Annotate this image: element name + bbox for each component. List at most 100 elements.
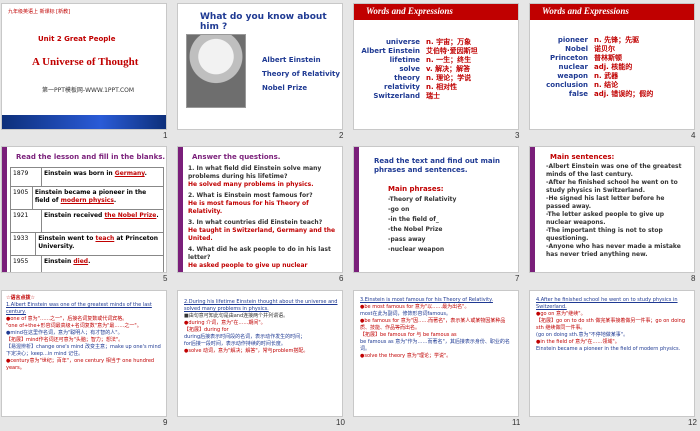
slide-thumbnail-3[interactable]: Words and Expressions universe n. 宇宙；万象 A…: [354, 4, 518, 129]
slide11-line: ●be most famous for 意为"以……最为出名"。: [360, 304, 470, 310]
slide3-meaning: v. 解决；解答: [426, 65, 471, 73]
slide4-meaning: adj. 错误的；假的: [594, 90, 654, 98]
cell-text: .: [144, 170, 147, 177]
sentence-item: -Anyone who has never made a mistake has…: [546, 243, 681, 258]
phrase-item: -pass away: [388, 236, 426, 243]
cell-text: Einstein: [44, 258, 74, 265]
slide10-line: 【拓展】during for: [184, 327, 229, 333]
slide2-title: What do you know about him ?: [200, 12, 327, 32]
table-year: 1933: [11, 233, 37, 255]
slide-thumbnail-12[interactable]: 4.After he finished school he went on to…: [530, 291, 694, 416]
slide4-word: Princeton: [549, 54, 588, 62]
slide4-title: Words and Expressions: [542, 6, 629, 16]
slide4-meaning: n. 结论: [594, 81, 619, 89]
cell-text: Einstein received: [44, 212, 105, 219]
slide3-word: Switzerland: [373, 92, 420, 100]
cell-answer: Germany: [114, 170, 145, 177]
slide10-line: during后接表示时间段的名词，表示动作发生的时间；: [184, 334, 306, 340]
slide12-content: 4.After he finished school he went on to…: [536, 297, 690, 353]
question: 1. In what field did Einstein solve many…: [188, 165, 322, 180]
slide9-line: ●mind在这里作名词，意为"聪明人；有才智的人"。: [6, 330, 123, 336]
sentence-item: -Albert Einstein was one of the greatest…: [546, 163, 682, 178]
cell-answer: the Nobel Prize: [104, 212, 157, 219]
slide1-site: 第一PPT模板网-WWW.1PPT.COM: [42, 87, 135, 94]
slide-thumbnail-4[interactable]: Words and Expressions pioneer n. 先锋；先驱 No…: [530, 4, 694, 129]
slide7-list: -Theory of Relativity -go on -in the fie…: [388, 195, 456, 255]
slide4-word-list: pioneer n. 先锋；先驱 Nobel 诺贝尔 Princeton 普林斯顿 n…: [534, 36, 690, 99]
slide3-meaning: n. 一生；终生: [426, 56, 472, 64]
cell-text: Einstein went to: [38, 235, 96, 242]
slide3-title: Words and Expressions: [366, 6, 453, 16]
slide7-left-bar: [354, 147, 359, 272]
slide-number-11: 11: [512, 418, 521, 427]
slide10-line: ●solve 动词，意为"解决；解答"，常与problem搭配。: [184, 348, 309, 354]
table-cell: Einstein died.: [42, 256, 92, 272]
slide-thumbnail-11[interactable]: 3.Einstein is most famous for his Theory…: [354, 291, 518, 416]
slide12-line: ●in the field of 意为"在……领域"。: [536, 339, 620, 345]
slide-thumbnail-8[interactable]: Main sentences: -Albert Einstein was one…: [530, 147, 694, 272]
slide11-line: 【拓展】be famous for 与 be famous as: [360, 332, 457, 338]
sentence-item: -After he finished school he went on to …: [546, 179, 678, 194]
slide11-line: ●solve the theory 意为"理论；学说"。: [360, 353, 452, 359]
slide11-line: ●be famous for 意为"因……而著名"，表示某人或某物因某种品质、技…: [360, 318, 506, 331]
slide9-line: ●one of 意为"……之一"，后接名词复数或代词宾格。: [6, 316, 128, 322]
slide-thumbnail-2[interactable]: What do you know about him ? Albert Eins…: [178, 4, 342, 129]
slide9-line: 1.Albert Einstein was one of the greates…: [6, 302, 152, 315]
sentence-item: -The letter asked people to give up nucl…: [546, 211, 665, 226]
question: 3. In what countries did Einstein teach?: [188, 219, 323, 226]
slide-thumbnail-10[interactable]: 2.During his lifetime Einstein thought a…: [178, 291, 342, 416]
slide12-line: Einstein became a pioneer in the field o…: [536, 346, 681, 352]
phrase-item: -go on: [388, 206, 410, 213]
cell-text: .: [88, 258, 91, 265]
slide9-content: ☆语言点拨☆ 1.Albert Einstein was one of the …: [6, 295, 162, 372]
slide4-word: Nobel: [565, 45, 588, 53]
slide1-title: A Universe of Thought: [32, 56, 139, 68]
slide3-meaning: 瑞士: [426, 92, 440, 100]
slide3-word: lifetime: [389, 56, 420, 64]
slide9-line: ●century意为"世纪；百年"，one century 相当于 one hu…: [6, 358, 155, 371]
slide-thumbnail-6[interactable]: Answer the questions. 1. In what field d…: [178, 147, 342, 272]
slide10-line: ■由句意可知此句是由and连接两个并列谓语。: [184, 313, 289, 319]
slide8-left-bar: [530, 147, 535, 272]
slide11-line: most在此为副词，修饰形容词famous。: [360, 311, 452, 317]
slide3-word-list: universe n. 宇宙；万象 Albert Einstein 艾伯特·爱因斯坦…: [358, 38, 514, 101]
slide3-word: universe: [385, 38, 420, 46]
phrase-item: -in the field of_: [388, 216, 439, 223]
slide3-word: relativity: [384, 83, 420, 91]
slide-thumbnail-5[interactable]: Read the lesson and fill in the blanks. …: [2, 147, 166, 272]
slide-number-12: 12: [688, 418, 697, 427]
slide-number-4: 4: [691, 131, 696, 140]
slide6-title: Answer the questions.: [192, 153, 281, 161]
slide3-word: solve: [399, 65, 420, 73]
slide3-meaning: n. 宇宙；万象: [426, 38, 472, 46]
slide4-word: nuclear: [558, 63, 588, 71]
slide9-line: 【易混辨析】change one's mind 改变主意；make up one…: [6, 344, 161, 357]
slide3-meaning: n. 理论；学说: [426, 74, 472, 82]
einstein-portrait: [186, 34, 246, 108]
slide-thumbnail-7[interactable]: Read the text and find out main phrases …: [354, 147, 518, 272]
slide9-head: ☆语言点拨☆: [6, 295, 35, 301]
slide12-line: 【拓展】go on to do sth 做完某事接着做另一件事；go on do…: [536, 318, 686, 331]
slide-thumbnail-1[interactable]: 九年级英语上 新课标 [新教] Unit 2 Great People A Un…: [2, 4, 166, 129]
slide10-line: for后接一段时间，表示动作持续的时间长度。: [184, 341, 286, 347]
slide10-line: 2.During his lifetime Einstein thought a…: [184, 299, 338, 312]
answer: He solved many problems in physics.: [188, 181, 314, 188]
slide-number-9: 9: [163, 418, 168, 427]
slide11-line: 3.Einstein is most famous for his Theory…: [360, 297, 493, 303]
slide6-left-bar: [178, 147, 183, 272]
slide7-sub: Main phrases:: [388, 185, 444, 193]
cell-answer: modern physics: [60, 197, 114, 204]
slide8-list: -Albert Einstein was one of the greatest…: [546, 163, 688, 259]
slide1-unit: Unit 2 Great People: [38, 35, 116, 43]
question: 2. What is Einstein most famous for?: [188, 192, 313, 199]
table-cell: Einstein became a pioneer in the field o…: [33, 187, 163, 209]
slide2-name-3: Nobel Prize: [262, 84, 308, 92]
slide6-qa: 1. In what field did Einstein solve many…: [188, 165, 338, 270]
slide-thumbnail-9[interactable]: ☆语言点拨☆ 1.Albert Einstein was one of the …: [2, 291, 166, 416]
slide4-meaning: 普林斯顿: [594, 54, 622, 62]
table-year: 1879: [11, 168, 42, 186]
table-cell: Einstein was born in Germany.: [42, 168, 149, 186]
phrase-item: -Theory of Relativity: [388, 196, 457, 203]
slide4-meaning: n. 先锋；先驱: [594, 36, 640, 44]
slide4-word: pioneer: [557, 36, 588, 44]
